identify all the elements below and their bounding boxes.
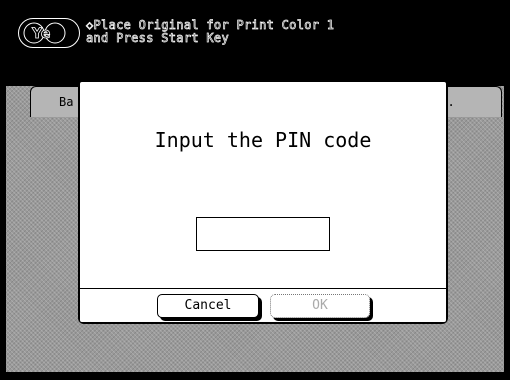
pin-prompt: Input the PIN code	[154, 128, 372, 152]
dialog-divider	[80, 288, 446, 289]
header-bar: Ye ◇Place Original for Print Color 1 and…	[0, 0, 510, 60]
badge-text: Ye	[31, 26, 50, 42]
pin-input[interactable]	[196, 217, 330, 251]
dialog-title-bar	[78, 60, 448, 82]
cancel-button[interactable]: Cancel	[157, 294, 259, 318]
dialog-body: Input the PIN code Cancel OK	[80, 82, 446, 322]
status-message-line2: and Press Start Key	[86, 31, 229, 45]
ok-button[interactable]: OK	[270, 294, 370, 318]
ye-badge-icon: Ye	[23, 22, 66, 44]
print-color-badge: Ye	[18, 18, 80, 48]
tab-basic-label: Ba	[59, 95, 74, 109]
pin-dialog: Input the PIN code Cancel OK	[78, 60, 448, 324]
